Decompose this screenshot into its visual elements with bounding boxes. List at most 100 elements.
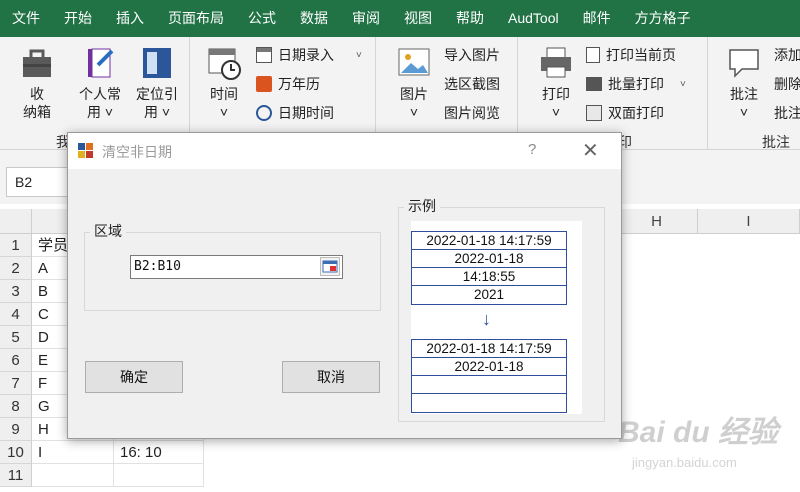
delete-comment-button[interactable]: 删除 (774, 74, 800, 94)
row-header[interactable]: 6 (0, 349, 32, 372)
page-icon (586, 47, 600, 63)
tab-view[interactable]: 视图 (392, 0, 444, 37)
row-header[interactable]: 11 (0, 464, 32, 487)
watermark-logo: Bai du 经验 (618, 416, 779, 449)
select-all-corner[interactable] (0, 209, 32, 234)
print-label: 打印 ˅ (542, 86, 570, 120)
cell-a[interactable] (32, 464, 114, 487)
row-header[interactable]: 10 (0, 441, 32, 464)
row-header[interactable]: 2 (0, 257, 32, 280)
personal-icon (88, 48, 114, 78)
duplex-print-label: 双面打印 (608, 105, 664, 121)
delete-label: 删除 (774, 76, 800, 92)
example-before-row: 2022-01-18 (412, 250, 566, 268)
select-screenshot-button[interactable]: 选区截图 (444, 74, 500, 94)
range-select-icon (322, 260, 338, 273)
example-legend: 示例 (404, 196, 440, 216)
datetime-label: 日期时间 (278, 105, 334, 121)
cell-a[interactable]: I (32, 441, 114, 464)
tab-page-layout[interactable]: 页面布局 (156, 0, 236, 37)
name-box[interactable]: B2 (6, 167, 72, 197)
picture-icon (398, 48, 430, 76)
app-icon (78, 143, 93, 158)
tab-insert[interactable]: 插入 (104, 0, 156, 37)
range-picker-button[interactable] (320, 257, 340, 276)
locate-label: 定位引 用 ˅ (136, 86, 178, 120)
ok-button[interactable]: 确定 (85, 361, 183, 393)
picture-browse-button[interactable]: 图片阅览 (444, 103, 500, 123)
duplex-print-button[interactable]: 双面打印 (586, 103, 664, 123)
clear-non-date-dialog: 清空非日期 ? ✕ 区域 B2:B10 确定 取消 示例 2022-01-18 … (67, 132, 622, 439)
tab-mail[interactable]: 邮件 (571, 0, 623, 37)
example-before-table: 2022-01-18 14:17:59 2022-01-18 14:18:55 … (411, 231, 567, 305)
toolbox-button[interactable]: 收 纳箱 (12, 45, 62, 121)
arrow-down-icon: ↓ (482, 309, 491, 329)
tab-formulas[interactable]: 公式 (236, 0, 288, 37)
column-header-i[interactable]: I (698, 209, 800, 234)
chevron-down-icon: ˅ (356, 49, 362, 61)
row-header[interactable]: 4 (0, 303, 32, 326)
locate-reference-button[interactable]: 定位引 用 ˅ (128, 45, 186, 121)
tab-fangfang[interactable]: 方方格子 (623, 0, 703, 37)
chevron-down-icon: ˅ (680, 78, 686, 90)
tab-help[interactable]: 帮助 (444, 0, 496, 37)
add-comment-button[interactable]: 添加 (774, 45, 800, 65)
range-input[interactable]: B2:B10 (130, 255, 343, 279)
comment-short-label: 批注 (774, 105, 800, 121)
tab-data[interactable]: 数据 (288, 0, 340, 37)
row-header[interactable]: 1 (0, 234, 32, 257)
example-after-row: 2022-01-18 (412, 358, 566, 376)
cell-b[interactable]: 16: 10 (114, 441, 204, 464)
print-current-page-button[interactable]: 打印当前页 (586, 45, 676, 65)
cell-b[interactable] (114, 464, 204, 487)
personal-button[interactable]: 个人常 用 ˅ (72, 45, 128, 121)
calendar-clock-icon (208, 48, 241, 80)
tab-home[interactable]: 开始 (52, 0, 104, 37)
example-after-table: 2022-01-18 14:17:59 2022-01-18 (411, 339, 567, 413)
import-picture-label: 导入图片 (444, 47, 500, 63)
add-label: 添加 (774, 47, 800, 63)
date-entry-button[interactable]: 日期录入 ˅ (256, 45, 362, 65)
ribbon-group-comment: 批注 ˅ 添加 删除 批注 批注 (708, 37, 800, 150)
toolbox-label: 收 纳箱 (23, 86, 51, 120)
print-button[interactable]: 打印 ˅ (534, 45, 578, 121)
cancel-button[interactable]: 取消 (282, 361, 380, 393)
calendar-icon (256, 76, 272, 92)
tab-file[interactable]: 文件 (0, 0, 52, 37)
comment-button[interactable]: 批注 ˅ (722, 45, 766, 121)
example-before-row: 2021 (473, 287, 505, 302)
column-header-h[interactable]: H (616, 209, 698, 234)
row-header[interactable]: 3 (0, 280, 32, 303)
import-picture-button[interactable]: 导入图片 (444, 45, 500, 65)
time-button[interactable]: 时间 ˅ (202, 45, 246, 121)
dialog-titlebar[interactable]: 清空非日期 ? ✕ (68, 133, 621, 169)
comment-more-button[interactable]: 批注 (774, 103, 800, 123)
example-after-row (412, 376, 566, 394)
example-after-row (412, 394, 566, 412)
batch-print-button[interactable]: 批量打印 ˅ (586, 74, 686, 94)
example-after-row: 2022-01-18 14:17:59 (412, 340, 566, 358)
picture-browse-label: 图片阅览 (444, 105, 500, 121)
row-header[interactable]: 8 (0, 395, 32, 418)
comment-group-label: 批注 (762, 134, 790, 150)
tab-review[interactable]: 审阅 (340, 0, 392, 37)
help-button[interactable]: ? (528, 141, 536, 158)
dialog-title: 清空非日期 (102, 144, 172, 160)
comment-label: 批注 ˅ (730, 86, 758, 120)
batch-print-icon (586, 77, 602, 91)
close-button[interactable]: ✕ (582, 138, 599, 163)
example-before-row: 2022-01-18 14:17:59 (412, 232, 566, 250)
calendar-button[interactable]: 万年历 (256, 74, 320, 94)
picture-label: 图片 ˅ (400, 86, 428, 120)
datetime-button[interactable]: 日期时间 (256, 103, 334, 123)
picture-button[interactable]: 图片 ˅ (392, 45, 436, 121)
locate-icon (143, 48, 171, 78)
row-header[interactable]: 5 (0, 326, 32, 349)
row-header[interactable]: 7 (0, 372, 32, 395)
table-icon (256, 47, 272, 63)
row-header[interactable]: 9 (0, 418, 32, 441)
tab-audtool[interactable]: AudTool (496, 0, 571, 37)
select-screenshot-label: 选区截图 (444, 76, 500, 92)
duplex-icon (586, 105, 602, 121)
date-entry-label: 日期录入 (278, 47, 334, 63)
